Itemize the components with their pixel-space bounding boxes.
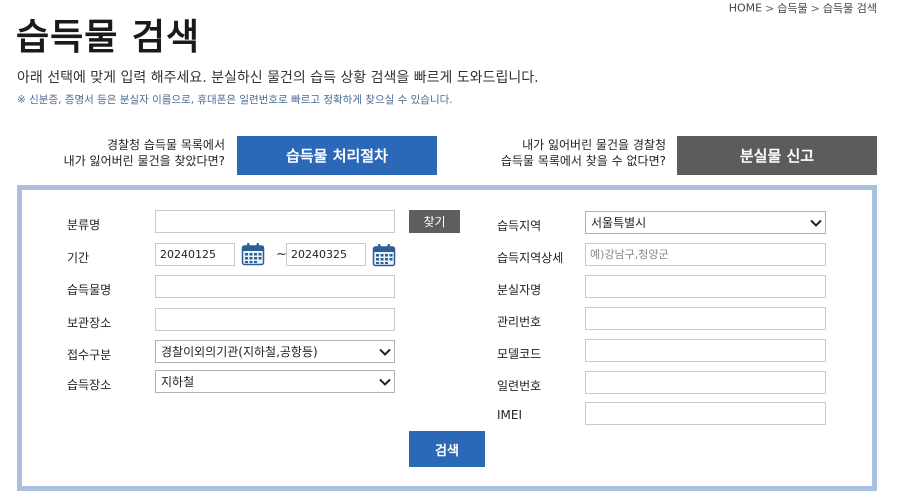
breadcrumb: HOME > 습득물 > 습득물 검색 xyxy=(729,0,877,16)
serial-number-label: 일련번호 xyxy=(497,379,542,393)
reception-type-select[interactable]: 경찰이외의기관(지하철,공항등) xyxy=(155,340,395,363)
serial-number-input[interactable] xyxy=(585,371,826,394)
found-place-select[interactable]: 지하철 xyxy=(155,370,395,393)
start-date-input[interactable] xyxy=(155,243,235,266)
imei-input[interactable] xyxy=(585,402,826,425)
page-note: ※ 신분증, 증명서 등은 분실자 이름으로, 휴대폰은 일련번호로 빠르고 정… xyxy=(17,94,453,106)
model-code-input[interactable] xyxy=(585,339,826,362)
report-lost-button[interactable]: 분실물 신고 xyxy=(677,136,877,175)
breadcrumb-separator: > xyxy=(765,1,775,15)
owner-name-label: 분실자명 xyxy=(497,283,542,297)
manage-number-input[interactable] xyxy=(585,307,826,330)
procedure-promo-text: 경찰청 습득물 목록에서 내가 잃어버린 물건을 찾았다면? xyxy=(40,137,225,169)
end-date-input[interactable] xyxy=(286,243,366,266)
category-label: 분류명 xyxy=(67,218,101,232)
region-detail-label: 습득지역상세 xyxy=(497,251,564,265)
chevron-down-icon xyxy=(376,341,394,362)
search-form: 분류명 찾기 기간 ~ 습득물명 보관장소 접수구분 경찰이외의기관(지하철,공… xyxy=(17,185,877,491)
calendar-icon[interactable] xyxy=(372,243,396,267)
manage-number-label: 관리번호 xyxy=(497,315,542,329)
storage-label: 보관장소 xyxy=(67,316,112,330)
search-button[interactable]: 검색 xyxy=(409,431,485,467)
promo-text-line: 경찰청 습득물 목록에서 xyxy=(106,138,225,152)
calendar-icon[interactable] xyxy=(241,242,265,266)
chevron-down-icon xyxy=(807,212,825,233)
breadcrumb-found-items[interactable]: 습득물 xyxy=(777,2,807,15)
report-promo-text: 내가 잃어버린 물건을 경찰청 습득물 목록에서 찾을 수 없다면? xyxy=(460,137,666,169)
storage-input[interactable] xyxy=(155,308,395,331)
owner-name-input[interactable] xyxy=(585,275,826,298)
region-detail-input[interactable] xyxy=(585,243,826,266)
promo-text-line: 내가 잃어버린 물건을 찾았다면? xyxy=(63,154,225,168)
reception-type-label: 접수구분 xyxy=(67,348,112,362)
breadcrumb-home[interactable]: HOME xyxy=(729,2,762,15)
breadcrumb-separator: > xyxy=(810,1,820,15)
find-category-button[interactable]: 찾기 xyxy=(409,210,460,233)
found-place-label: 습득장소 xyxy=(67,378,112,392)
reception-type-value: 경찰이외의기관(지하철,공항등) xyxy=(161,345,318,359)
chevron-down-icon xyxy=(376,371,394,392)
period-label: 기간 xyxy=(67,251,90,265)
breadcrumb-found-search[interactable]: 습득물 검색 xyxy=(823,2,877,15)
page-description: 아래 선택에 맞게 입력 해주세요. 분실하신 물건의 습득 상황 검색을 빠르… xyxy=(17,70,539,86)
item-name-label: 습득물명 xyxy=(67,283,112,297)
page-title: 습득물 검색 xyxy=(16,17,201,58)
procedure-button[interactable]: 습득물 처리절차 xyxy=(237,136,437,175)
item-name-input[interactable] xyxy=(155,275,395,298)
found-place-value: 지하철 xyxy=(161,375,195,389)
region-label: 습득지역 xyxy=(497,219,542,233)
model-code-label: 모델코드 xyxy=(497,347,542,361)
category-input[interactable] xyxy=(155,210,395,233)
region-value: 서울특별시 xyxy=(591,216,647,230)
region-select[interactable]: 서울특별시 xyxy=(585,211,826,234)
promo-text-line: 습득물 목록에서 찾을 수 없다면? xyxy=(500,154,666,168)
promo-text-line: 내가 잃어버린 물건을 경찰청 xyxy=(522,138,666,152)
imei-label: IMEI xyxy=(497,408,523,422)
